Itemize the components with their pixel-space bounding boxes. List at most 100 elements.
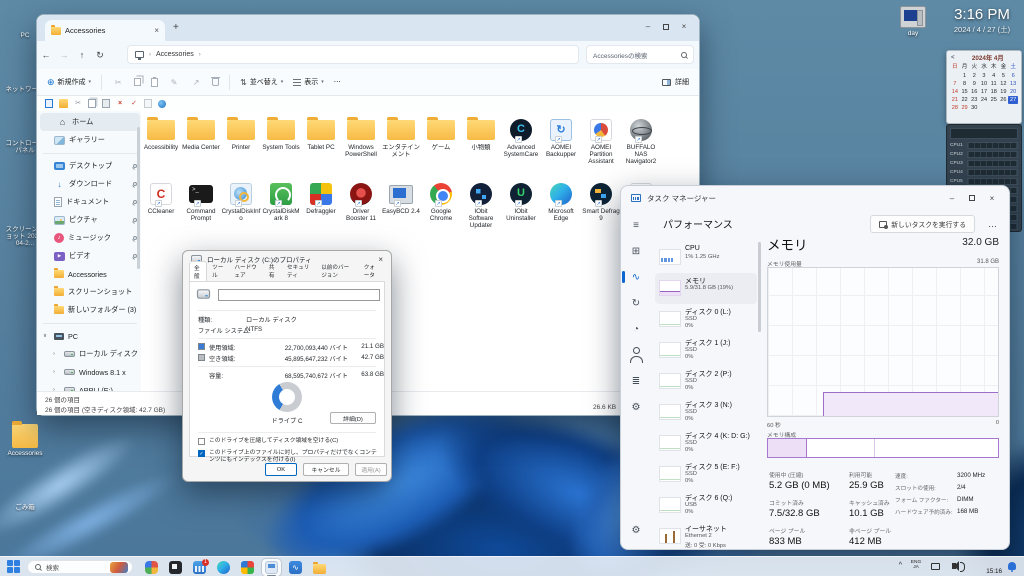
cut-icon[interactable]: ✂ <box>112 78 124 87</box>
sidebar-item[interactable]: › Windows 8.1 x <box>37 363 143 381</box>
performance-list-item[interactable]: ディスク 5 (E: F:) SSD 0% <box>655 459 757 490</box>
performance-list-item[interactable]: ディスク 1 (J:) SSD 0% <box>655 335 757 366</box>
file-item[interactable]: エンタテインメント <box>381 115 421 179</box>
volume-label-input[interactable] <box>218 289 380 301</box>
settings-gear-icon[interactable]: ⚙ <box>625 519 647 541</box>
calendar-day[interactable] <box>999 104 1009 112</box>
tab-close-icon[interactable]: × <box>154 26 159 35</box>
more-button[interactable]: ⋯ <box>334 78 341 86</box>
run-new-task-button[interactable]: 新しいタスクを実行する <box>870 215 975 233</box>
up-icon[interactable]: ↑ <box>73 50 91 60</box>
dialog-tab[interactable]: ツール <box>207 260 229 281</box>
calendar-day[interactable]: 28 <box>950 104 960 112</box>
rail-item[interactable] <box>625 370 647 392</box>
calendar-day[interactable]: 30 <box>969 104 979 112</box>
list-scrollbar[interactable] <box>758 242 761 482</box>
dialog-tab[interactable]: ハードウェア <box>229 260 263 281</box>
classic-toolbar-icon[interactable] <box>144 99 152 108</box>
more-options-button[interactable]: … <box>988 219 997 229</box>
sidebar-item[interactable]: › APPLI (E:) <box>37 381 143 391</box>
sidebar-item[interactable]: ダウンロード <box>37 175 143 193</box>
performance-list-item[interactable]: ディスク 4 (K: D: G:) SSD 0% <box>655 428 757 459</box>
taskbar-app-icon[interactable] <box>286 559 305 576</box>
performance-list-item[interactable]: CPU 1% 1.25 GHz <box>655 242 757 273</box>
file-item[interactable]: Printer <box>221 115 261 179</box>
file-item[interactable]: Smart Defrag 9 <box>581 179 621 243</box>
taskbar-app-icon[interactable] <box>310 559 329 576</box>
maximize-button[interactable] <box>663 23 669 30</box>
new-tab-button[interactable]: + <box>173 22 179 33</box>
apply-button[interactable]: 適用(A) <box>355 463 387 476</box>
ok-button[interactable]: OK <box>265 463 297 476</box>
language-indicator[interactable]: ENG JA <box>908 560 924 570</box>
rail-item[interactable] <box>622 266 647 288</box>
sidebar-item[interactable]: 新しいフォルダー (3) <box>37 301 143 319</box>
desktop-icon[interactable]: ごみ箱 <box>4 478 46 511</box>
sidebar-item[interactable]: ∨ PC <box>37 327 143 345</box>
calendar-gadget[interactable]: < 2024年 4月 日月火水木金土 1 2 3 4 5 6 7 8 9 10 11 12 13 14 15… <box>946 50 1022 124</box>
file-item[interactable]: Advanced SystemCare <box>501 115 541 179</box>
sidebar-item[interactable]: ビデオ <box>37 247 143 265</box>
sidebar-item[interactable]: Accessories <box>37 265 143 283</box>
performance-list-item[interactable]: ディスク 3 (N:) SSD 0% <box>655 397 757 428</box>
explorer-tab[interactable]: Accessories × <box>45 20 165 41</box>
view-button[interactable]: 表示 ▾ <box>293 77 324 87</box>
tree-caret[interactable]: ∨ <box>43 333 50 339</box>
sidebar-item[interactable]: ドキュメント <box>37 193 143 211</box>
rename-icon[interactable]: ✎ <box>168 78 180 87</box>
calendar-day[interactable]: 5 <box>999 72 1009 80</box>
file-item[interactable]: Microsoft Edge <box>541 179 581 243</box>
calendar-day[interactable]: 26 <box>999 96 1009 104</box>
sidebar-item[interactable]: ギャラリー <box>37 131 143 149</box>
tree-caret[interactable]: › <box>53 369 60 375</box>
calendar-day[interactable]: 13 <box>1008 80 1018 88</box>
file-item[interactable]: Defraggler <box>301 179 341 243</box>
calendar-day[interactable]: 12 <box>999 80 1009 88</box>
index-checkbox[interactable] <box>198 450 205 457</box>
paste-icon[interactable] <box>151 76 159 87</box>
classic-toolbar-icon[interactable]: ✓ <box>130 99 138 108</box>
cancel-button[interactable]: キャンセル <box>303 463 349 476</box>
calendar-day[interactable]: 25 <box>989 96 999 104</box>
classic-toolbar-icon[interactable] <box>88 99 96 108</box>
dialog-tab[interactable]: 共有 <box>264 260 282 281</box>
file-item[interactable]: Media Center <box>181 115 221 179</box>
calendar-day[interactable]: 15 <box>960 88 970 96</box>
taskbar-app-icon[interactable] <box>262 558 281 576</box>
calendar-day[interactable]: 20 <box>1008 88 1018 96</box>
taskbar-app-icon[interactable] <box>214 559 233 576</box>
file-item[interactable]: Windows PowerShell <box>341 115 381 179</box>
calendar-day[interactable]: 3 <box>979 72 989 80</box>
desktop-icon-day[interactable]: day <box>894 6 932 37</box>
maximize-button[interactable] <box>969 195 975 201</box>
tree-caret[interactable]: › <box>53 351 60 357</box>
minimize-button[interactable]: – <box>945 194 959 203</box>
calendar-day[interactable]: 7 <box>950 80 960 88</box>
sidebar-scrollbar[interactable] <box>137 127 140 269</box>
classic-toolbar-icon[interactable]: ✂ <box>74 99 82 108</box>
file-item[interactable]: EasyBCD 2.4 <box>381 179 421 243</box>
refresh-icon[interactable]: ↻ <box>91 50 109 61</box>
calendar-day[interactable] <box>1008 104 1018 112</box>
classic-toolbar-icon[interactable] <box>59 99 68 108</box>
dialog-tab[interactable]: 全般 <box>189 261 208 282</box>
calendar-day[interactable]: 22 <box>960 96 970 104</box>
classic-toolbar-icon[interactable]: × <box>116 99 124 108</box>
network-icon[interactable] <box>931 563 940 570</box>
sidebar-item[interactable]: ミュージック <box>37 229 143 247</box>
start-button[interactable] <box>7 560 20 573</box>
rail-item[interactable] <box>625 214 647 236</box>
calendar-day[interactable] <box>989 104 999 112</box>
file-item[interactable]: CCleaner <box>141 179 181 243</box>
file-item[interactable]: Google Chrome <box>421 179 461 243</box>
file-item[interactable]: 小物類 <box>461 115 501 179</box>
file-item[interactable]: Command Prompt <box>181 179 221 243</box>
classic-toolbar-icon[interactable] <box>102 99 110 108</box>
new-button[interactable]: ⊕ 新規作成 ▾ <box>47 77 91 88</box>
back-icon[interactable]: ← <box>37 50 55 60</box>
notification-bell-icon[interactable] <box>1008 562 1016 572</box>
rail-item[interactable] <box>625 318 647 340</box>
file-item[interactable]: CrystalDiskMark 8 <box>261 179 301 243</box>
calendar-day[interactable]: 9 <box>969 80 979 88</box>
calendar-day[interactable]: 23 <box>969 96 979 104</box>
